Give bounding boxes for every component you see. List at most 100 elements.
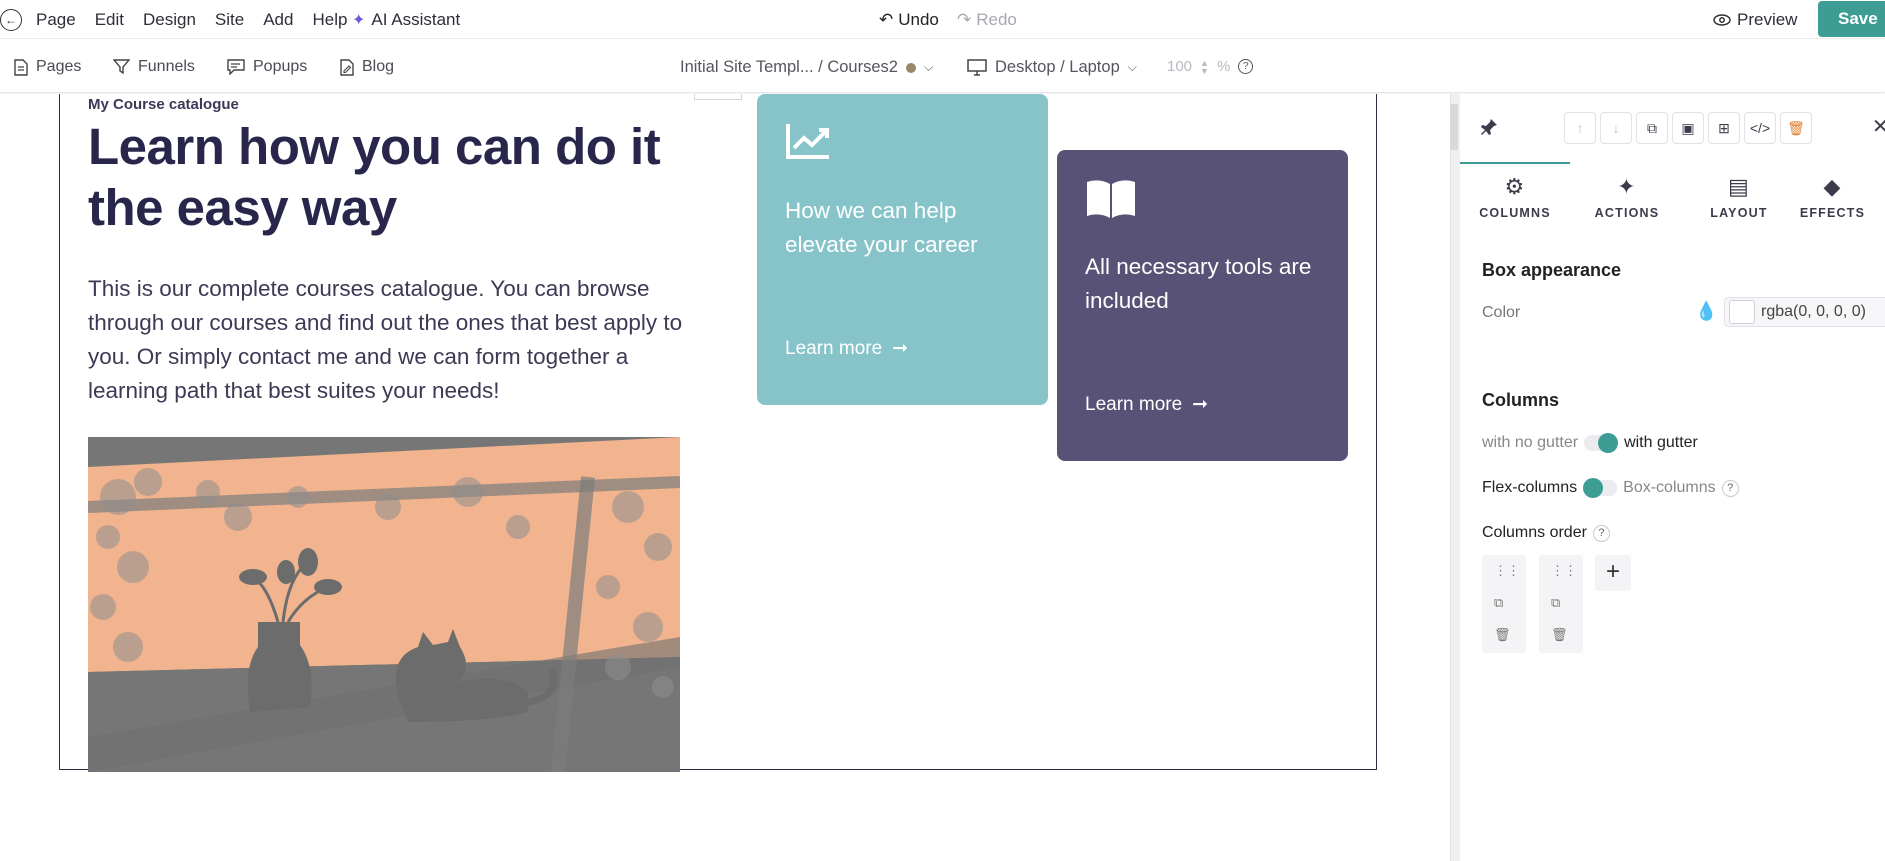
menu-page[interactable]: Page [36,10,76,30]
close-icon[interactable]: ✕ [1872,114,1885,139]
panel-tabs: ⚙ COLUMNS ✦ ACTIONS ▤ LAYOUT ◆ EFFECTS [1460,164,1885,234]
learn-more-link[interactable]: Learn more ➞ [1085,393,1208,416]
funnels-label: Funnels [138,58,195,75]
color-picker[interactable]: rgba(0, 0, 0, 0) [1724,297,1885,327]
columns-order-row: Columns order ? [1482,524,1610,542]
funnel-icon [113,59,130,75]
device-selector[interactable]: Desktop / Laptop ⌵ [967,58,1137,77]
stepper-icon[interactable]: ▲ ▼ [1200,58,1209,75]
panel-scrollbar-thumb[interactable] [1450,104,1458,150]
gutter-toggle[interactable] [1584,433,1619,453]
zoom-unit: % [1216,58,1231,75]
pin-icon [1480,118,1498,141]
redo-icon: ↷ [957,10,972,29]
popups-label: Popups [253,58,308,75]
copy-icon[interactable]: ⧉ [1636,112,1668,144]
site-page-selector[interactable]: Initial Site Templ... / Courses2 ⌵ [680,58,933,77]
top-menu-bar: ← Page Edit Design Site Add Help ✦ AI As… [0,0,1885,39]
blog-label: Blog [362,58,395,75]
code-icon[interactable]: </> [1744,112,1776,144]
undo-button[interactable]: ↶ Undo [879,10,939,30]
tab-columns[interactable]: ⚙ COLUMNS [1460,174,1570,220]
redo-button[interactable]: ↷ Redo [957,10,1017,30]
learn-more-label: Learn more [785,337,883,359]
column-order-item[interactable]: ⋮⋮ ⧉ 🗑 [1482,555,1526,653]
menu-edit[interactable]: Edit [95,10,124,30]
duplicate-icon[interactable]: ▣ [1672,112,1704,144]
feature-card-tools[interactable]: All necessary tools are included Learn m… [1057,150,1348,461]
add-column-button[interactable]: + [1595,555,1631,591]
feature-card-career[interactable]: How we can help elevate your career Lear… [757,94,1048,405]
chevron-down-icon: ⌵ [1127,60,1137,74]
trash-icon[interactable]: 🗑 [1780,112,1812,144]
hero-heading[interactable]: Learn how you can do it the easy way [88,116,688,238]
trash-icon[interactable]: 🗑 [1551,627,1568,643]
move-down-icon[interactable]: ↓ [1600,112,1632,144]
tab-label: COLUMNS [1479,206,1551,220]
tab-label: ACTIONS [1594,206,1660,220]
device-label: Desktop / Laptop [995,58,1120,76]
gear-icon: ⚙ [1504,174,1526,199]
eyebrow-text[interactable]: My Course catalogue [88,96,239,113]
arrow-right-icon: ➞ [892,338,909,359]
add-copy-icon[interactable]: ⊞ [1708,112,1740,144]
help-icon[interactable]: ? [1721,479,1739,497]
page-icon [14,58,28,76]
learn-more-link[interactable]: Learn more ➞ [785,337,908,360]
site-toolbar: Pages Funnels Popups Blog Initial Site T… [0,40,1885,93]
copy-icon[interactable]: ⧉ [1494,595,1503,611]
card-text: How we can help elevate your career [785,198,978,257]
tab-actions[interactable]: ✦ ACTIONS [1572,174,1682,220]
chart-icon [785,122,831,165]
blog-button[interactable]: Blog [340,58,394,76]
menu-site[interactable]: Site [215,10,244,30]
droplet-icon[interactable]: 💧 [1695,301,1717,322]
copy-icon[interactable]: ⧉ [1551,595,1560,611]
funnels-button[interactable]: Funnels [113,58,195,76]
book-icon [1085,178,1137,225]
ai-assistant-label: AI Assistant [371,10,461,29]
with-gutter-label: with gutter [1624,434,1698,451]
panel-scrollbar-track[interactable] [1450,94,1460,861]
redo-label: Redo [976,10,1017,29]
monitor-icon [967,59,987,76]
ai-assistant-button[interactable]: ✦ AI Assistant [352,10,460,30]
color-swatch[interactable] [1729,300,1755,324]
columns-title: Columns [1482,390,1560,410]
box-appearance-title: Box appearance [1482,260,1622,280]
preview-button[interactable]: Preview [1713,10,1797,30]
tab-layout[interactable]: ▤ LAYOUT [1684,174,1794,220]
back-arrow-icon[interactable]: ← [0,9,22,31]
save-button[interactable]: Save [1818,1,1885,37]
pages-button[interactable]: Pages [14,58,81,76]
zoom-input[interactable]: 100 [1167,58,1192,75]
site-path-label: Initial Site Templ... / Courses2 [680,58,898,76]
section-handle[interactable] [694,94,742,100]
move-up-icon[interactable]: ↑ [1564,112,1596,144]
drag-handle-icon[interactable]: ⋮⋮ [1551,563,1577,579]
zoom-control: 100 ▲ ▼ % ? [1167,58,1254,75]
tab-effects[interactable]: ◆ EFFECTS [1780,174,1885,220]
pin-tab[interactable] [1460,94,1570,164]
tab-label: LAYOUT [1710,206,1768,220]
column-order-item[interactable]: ⋮⋮ ⧉ 🗑 [1539,555,1583,653]
properties-panel: ↑ ↓ ⧉ ▣ ⊞ </> 🗑 ✕ ⚙ COLUMNS ✦ ACTIONS ▤ … [1460,94,1885,861]
hero-image[interactable] [88,437,680,772]
trash-icon[interactable]: 🗑 [1494,627,1511,643]
hero-paragraph[interactable]: This is our complete courses catalogue. … [88,272,688,408]
menu-design[interactable]: Design [143,10,196,30]
tab-label: EFFECTS [1799,206,1866,220]
help-icon[interactable]: ? [1238,59,1254,74]
menu-add[interactable]: Add [263,10,293,30]
help-icon[interactable]: ? [1592,524,1610,542]
popups-button[interactable]: Popups [227,58,307,76]
menu-help[interactable]: Help [312,10,347,30]
undo-icon: ↶ [879,10,894,29]
arrow-right-icon: ➞ [1192,394,1209,415]
cursor-click-icon: ✦ [1617,174,1637,199]
drag-handle-icon[interactable]: ⋮⋮ [1494,563,1520,579]
popup-icon [227,59,245,75]
sparkle-icon: ✦ [352,12,366,29]
effects-icon: ◆ [1823,174,1842,199]
column-type-toggle[interactable] [1583,478,1618,498]
